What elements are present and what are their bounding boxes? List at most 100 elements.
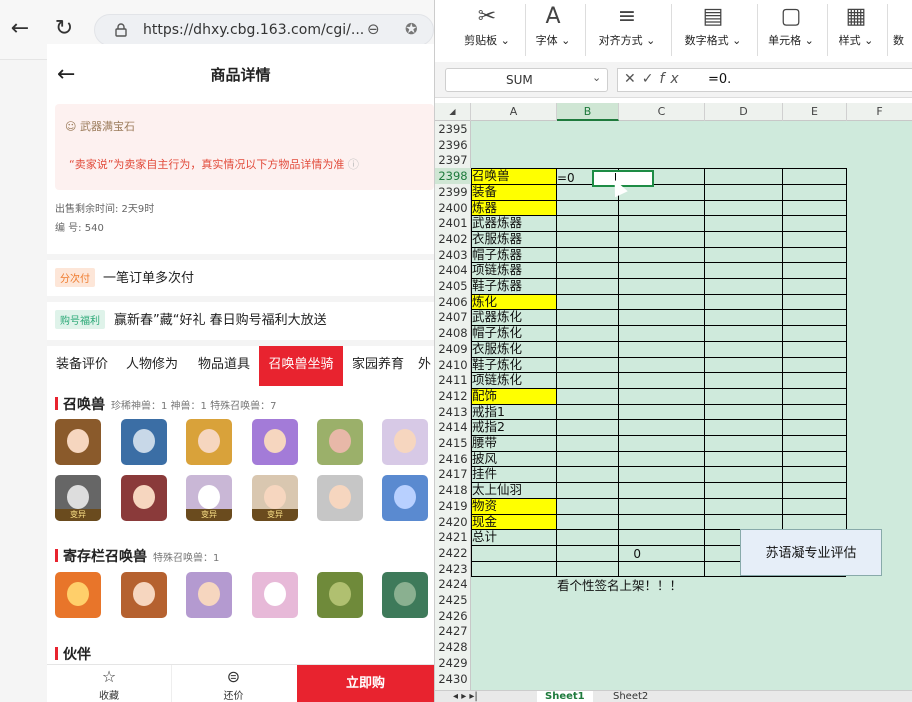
zoom-icon[interactable]: ⊖ [367,20,380,38]
pet-card[interactable] [186,419,232,465]
row-header[interactable]: 2423 [435,561,471,577]
row-header[interactable]: 2405 [435,278,471,294]
column-header-c[interactable]: C [619,103,705,121]
tab-home[interactable]: 家园养育 [345,346,411,386]
row-header[interactable]: 2399 [435,184,471,200]
ribbon-data[interactable]: .数 [893,0,912,58]
promo-banner[interactable]: 购号福利 赢新春”藏“好礼 春日购号福利大放送 [47,296,434,334]
cell-grid[interactable]: 召唤兽 装备 炼器 武器炼器 衣服炼器 帽子炼器 项链炼器 鞋子炼器 炼化 武器炼化 帽子炼化 衣服炼… [471,121,912,696]
cell-a-label[interactable]: 鞋子炼化 [471,357,556,373]
row-header[interactable]: 2398 [435,168,471,184]
pet-card[interactable]: 变异 [186,475,232,521]
row-header[interactable]: 2422 [435,545,471,561]
tab-more[interactable]: 外 [415,346,434,386]
evaluation-textbox[interactable]: 苏语凝专业评估 [740,529,882,576]
row-header[interactable]: 2428 [435,639,471,655]
pet-card[interactable] [121,572,167,618]
column-header-b[interactable]: B [557,103,619,121]
pet-card[interactable] [317,419,363,465]
row-header[interactable]: 2414 [435,419,471,435]
buy-now-button[interactable]: 立即购 [297,665,434,702]
row-header[interactable]: 2424 [435,576,471,592]
pet-card[interactable] [121,419,167,465]
cell-a-label[interactable]: 配饰 [471,388,556,404]
cell-a-label[interactable]: 衣服炼化 [471,341,556,357]
ribbon-clipboard[interactable]: ✂ 剪贴板 ⌄ [457,0,517,58]
favorite-button[interactable]: ☆ 收藏 [47,665,171,702]
pet-card[interactable] [317,572,363,618]
cell-a-label[interactable]: 现金 [471,514,556,530]
cell-a-label[interactable]: 项链炼化 [471,372,556,388]
sheet-nav-icon[interactable]: ◂ ▸ ▸| [445,691,486,702]
column-header-d[interactable]: D [705,103,783,121]
cell-a-label[interactable]: 武器炼器 [471,215,556,231]
cell-a-label[interactable]: 帽子炼化 [471,325,556,341]
ribbon-alignment[interactable]: ≡ 对齐方式 ⌄ [591,0,663,58]
formula-input-area[interactable]: ✕✓fx =0. [617,68,912,92]
row-header[interactable]: 2402 [435,231,471,247]
row-header[interactable]: 2407 [435,309,471,325]
cell-a-label[interactable]: 总计 [471,529,556,545]
row-header[interactable]: 2409 [435,341,471,357]
cell-a-label[interactable]: 腰带 [471,435,556,451]
row-header[interactable]: 2406 [435,294,471,310]
tab-pets[interactable]: 召唤兽坐骑 [259,346,343,386]
row-header[interactable]: 2395 [435,121,471,137]
cell-a-label[interactable]: 炼化 [471,294,556,310]
name-box-dropdown-icon[interactable]: ⌄ [592,71,601,84]
row-header[interactable]: 2408 [435,325,471,341]
cell-a-label[interactable]: 帽子炼器 [471,247,556,263]
row-header[interactable]: 2426 [435,608,471,624]
cancel-icon[interactable]: ✕ [624,71,642,87]
row-header[interactable]: 2429 [435,655,471,671]
cell-slogan[interactable]: 看个性签名上架！！！ [557,578,682,594]
cell-a-label[interactable]: 戒指1 [471,404,556,420]
cell-a-label[interactable]: 挂件 [471,466,556,482]
column-header-e[interactable]: E [783,103,847,121]
row-header[interactable]: 2404 [435,262,471,278]
ribbon-styles[interactable]: ▦ 样式 ⌄ [831,0,881,58]
pet-card[interactable]: 变异 [252,475,298,521]
row-header[interactable]: 2413 [435,404,471,420]
back-icon[interactable]: ← [8,17,32,41]
pet-card[interactable] [382,419,428,465]
tab-equipment[interactable]: 装备评价 [47,346,117,386]
installment-banner[interactable]: 分次付 一笔订单多次付 [47,254,434,292]
address-bar[interactable]: https://dhxy.cbg.163.com/cgi/... ⊖ ✪ [94,14,434,46]
row-header[interactable]: 2419 [435,498,471,514]
row-header[interactable]: 2430 [435,671,471,687]
bargain-button[interactable]: ⊜ 还价 [171,665,295,702]
column-header-f[interactable]: F [847,103,912,121]
ribbon-font[interactable]: A 字体 ⌄ [529,0,577,58]
row-header[interactable]: 2427 [435,623,471,639]
pet-card[interactable] [121,475,167,521]
cell-a-label[interactable]: 项链炼器 [471,262,556,278]
cell-a-label[interactable]: 衣服炼器 [471,231,556,247]
pet-card[interactable] [382,572,428,618]
pet-card[interactable] [186,572,232,618]
select-all-corner[interactable]: ◢ [435,103,471,121]
row-header[interactable]: 2400 [435,200,471,216]
reload-icon[interactable]: ↻ [52,17,76,41]
cell-b2398[interactable]: =0 [557,170,575,186]
row-header[interactable]: 2412 [435,388,471,404]
ribbon-cells[interactable]: ▢ 单元格 ⌄ [763,0,819,58]
cell-a-label[interactable]: 炼器 [471,200,556,216]
column-header-a[interactable]: A [471,103,557,121]
row-header[interactable]: 2417 [435,466,471,482]
ribbon-number-format[interactable]: ▤ 数字格式 ⌄ [677,0,749,58]
pet-card[interactable]: 变异 [55,475,101,521]
tab-cultivation[interactable]: 人物修为 [117,346,187,386]
cell-a-label[interactable]: 太上仙羽 [471,482,556,498]
cell-a-label[interactable]: 披风 [471,451,556,467]
row-header[interactable]: 2425 [435,592,471,608]
sheet-tab-2[interactable]: Sheet2 [605,691,656,702]
pet-card[interactable] [382,475,428,521]
pet-card[interactable] [55,572,101,618]
name-box[interactable]: SUM [445,68,608,92]
tab-items[interactable]: 物品道具 [189,346,259,386]
check-icon[interactable]: ✓ [642,71,660,87]
pet-card[interactable] [252,572,298,618]
extension-icon[interactable]: ✪ [405,20,418,38]
row-header[interactable]: 2420 [435,514,471,530]
